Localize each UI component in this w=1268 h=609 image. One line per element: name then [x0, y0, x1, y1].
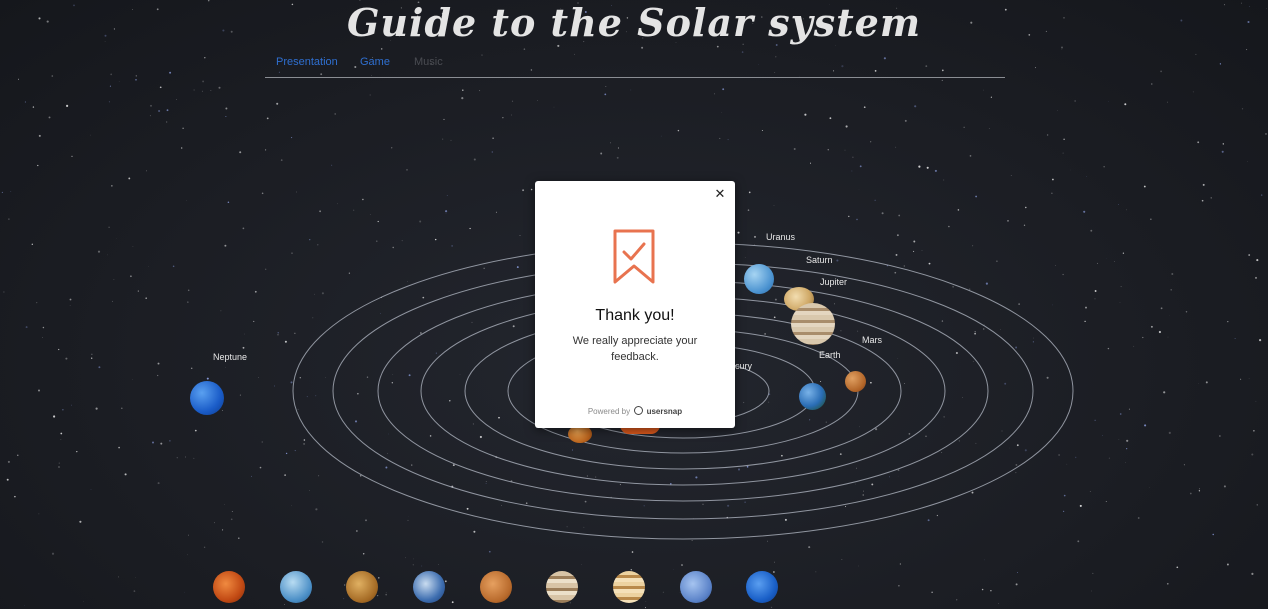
thank-you-modal: ✕ Thank you! We really appreciate your f…: [535, 181, 735, 428]
modal-message: We really appreciate your feedback.: [572, 335, 698, 363]
bookmark-check-icon: [613, 229, 655, 284]
usersnap-brand-link[interactable]: usersnap: [647, 407, 683, 416]
close-icon[interactable]: ✕: [713, 187, 727, 201]
modal-overlay: ✕ Thank you! We really appreciate your f…: [0, 0, 1268, 609]
powered-by-text: Powered by: [587, 407, 631, 416]
modal-heading: Thank you!: [595, 307, 675, 324]
solar-system-page: Guide to the Solar system Presentation G…: [0, 0, 1268, 609]
usersnap-logo-icon: [634, 406, 644, 415]
modal-footer: Powered by usersnap: [535, 406, 735, 416]
